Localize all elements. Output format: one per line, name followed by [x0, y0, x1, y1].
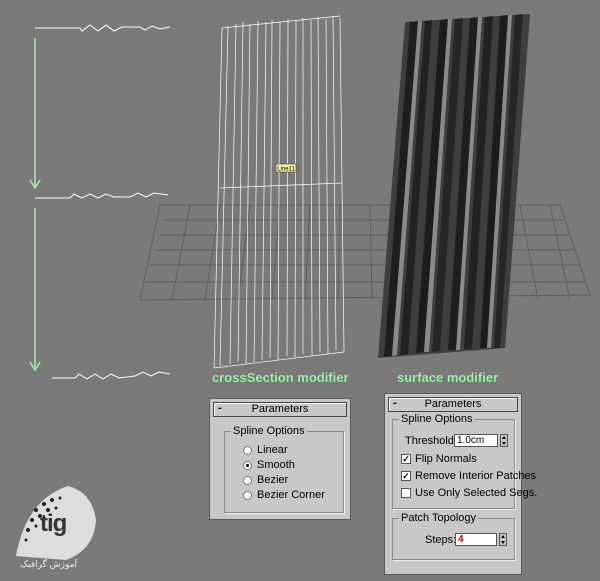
rollout-title: Parameters: [424, 398, 482, 410]
surface-parameters-panel: - Parameters Spline Options Threshold: 1…: [384, 393, 537, 575]
crosssection-parameters-panel: - Parameters Spline Options Linear Smoot…: [209, 398, 351, 520]
spline-options-group: Spline Options Linear Smooth Bezier Bezi…: [224, 425, 344, 513]
parameters-rollout-header[interactable]: - Parameters: [213, 402, 347, 417]
group-label: Spline Options: [231, 425, 307, 437]
logo-text: tig: [40, 510, 67, 537]
steps-spinner[interactable]: [499, 533, 507, 546]
crosssection-caption: crossSection modifier: [212, 370, 349, 385]
profile-splines: [35, 24, 171, 380]
patch-topology-group: Patch Topology Steps: 4: [392, 512, 515, 560]
flip-normals-checkbox[interactable]: ✓: [401, 454, 411, 464]
radio-smooth-label: Smooth: [257, 459, 295, 471]
radio-bezier-corner[interactable]: [243, 491, 252, 500]
radio-bezier-corner-label: Bezier Corner: [257, 489, 325, 501]
spline-tag-label: Line11: [277, 167, 295, 173]
threshold-label: Threshold:: [405, 435, 457, 447]
radio-linear[interactable]: [243, 446, 252, 455]
radio-bezier[interactable]: [243, 476, 252, 485]
remove-interior-patches-label: Remove Interior Patches: [415, 470, 537, 482]
radio-bezier-label: Bezier: [257, 474, 289, 486]
home-grid: [139, 204, 591, 301]
logo-subtitle: آموزش گرافیک: [20, 560, 77, 570]
path-arrows: [29, 38, 41, 372]
threshold-input[interactable]: 1.0cm: [454, 434, 498, 447]
shaded-surface: [378, 14, 530, 358]
use-only-selected-segs-label: Use Only Selected Segs.: [415, 487, 538, 499]
watermark-logo: tig آموزش گرافیک: [6, 480, 106, 576]
parameters-rollout-header[interactable]: - Parameters: [388, 397, 518, 412]
threshold-spinner[interactable]: [500, 434, 508, 447]
group-label: Spline Options: [399, 413, 475, 425]
remove-interior-patches-checkbox[interactable]: ✓: [401, 471, 411, 481]
spline-options-group: Spline Options Threshold: 1.0cm ✓ Flip N…: [392, 413, 537, 509]
radio-linear-label: Linear: [257, 444, 288, 456]
wireframe-mesh: [213, 15, 345, 369]
spline-tag: Line11: [275, 163, 297, 173]
surface-caption: surface modifier: [397, 370, 499, 385]
use-only-selected-segs-checkbox[interactable]: [401, 488, 411, 498]
steps-label: Steps:: [425, 534, 457, 546]
radio-smooth[interactable]: [243, 461, 252, 470]
flip-normals-label: Flip Normals: [415, 453, 477, 465]
group-label: Patch Topology: [399, 512, 479, 524]
steps-input[interactable]: 4: [455, 533, 497, 546]
rollout-title: Parameters: [251, 403, 309, 415]
